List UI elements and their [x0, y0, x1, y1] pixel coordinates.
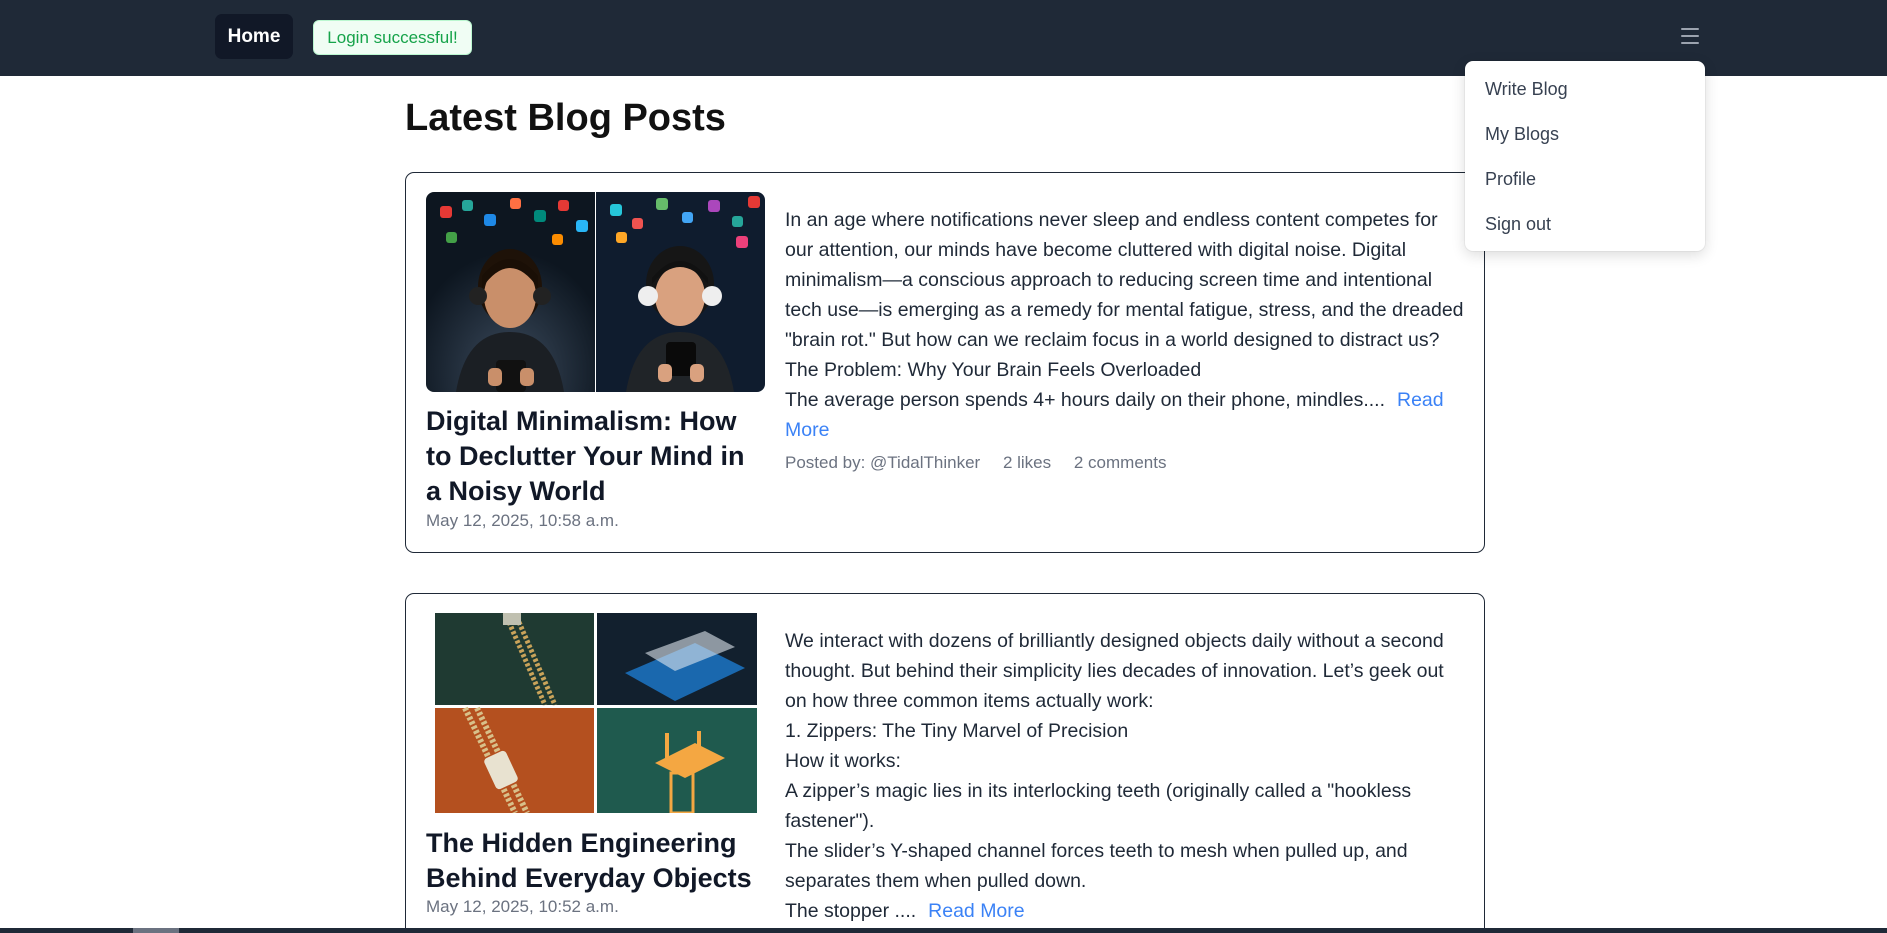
hamburger-icon[interactable]: [1677, 24, 1703, 48]
excerpt-paragraph: The Problem: Why Your Brain Feels Overlo…: [785, 359, 1202, 381]
blog-post-card: The Hidden Engineering Behind Everyday O…: [405, 593, 1485, 933]
post-thumbnail-image[interactable]: [426, 192, 765, 392]
login-success-toast: Login successful!: [313, 20, 472, 55]
likes-count: 2 likes: [1002, 453, 1052, 472]
excerpt-text: The stopper ....: [785, 900, 917, 922]
user-dropdown-menu: Write Blog My Blogs Profile Sign out: [1465, 61, 1705, 251]
post-author[interactable]: Posted by: @TidalThinker: [785, 453, 980, 472]
excerpt-paragraph: A zipper’s magic lies in its interlockin…: [785, 780, 1412, 832]
menu-item-sign-out[interactable]: Sign out: [1485, 214, 1551, 235]
home-button[interactable]: Home: [215, 14, 293, 59]
comments-count: 2 comments: [1073, 453, 1167, 472]
menu-item-write-blog[interactable]: Write Blog: [1485, 79, 1568, 100]
post-title[interactable]: Digital Minimalism: How to Declutter You…: [426, 404, 766, 509]
horizontal-scrollbar[interactable]: [0, 928, 1887, 933]
excerpt-paragraph: The slider’s Y-shaped channel forces tee…: [785, 840, 1408, 892]
excerpt-text: The average person spends 4+ hours daily…: [785, 389, 1385, 411]
excerpt-paragraph: The stopper .... Read More: [785, 896, 1465, 926]
post-excerpt: We interact with dozens of brilliantly d…: [785, 626, 1465, 926]
post-meta: Posted by: @TidalThinker 2 likes 2 comme…: [785, 448, 1465, 478]
menu-item-profile[interactable]: Profile: [1485, 169, 1536, 190]
read-more-link[interactable]: Read More: [928, 900, 1024, 922]
excerpt-paragraph: In an age where notifications never slee…: [785, 209, 1464, 351]
blog-post-card: Digital Minimalism: How to Declutter You…: [405, 172, 1485, 553]
post-date: May 12, 2025, 10:58 a.m.: [426, 511, 619, 530]
excerpt-paragraph: We interact with dozens of brilliantly d…: [785, 630, 1444, 712]
excerpt-paragraph: 1. Zippers: The Tiny Marvel of Precision: [785, 720, 1129, 742]
excerpt-paragraph: The average person spends 4+ hours daily…: [785, 385, 1465, 445]
menu-item-my-blogs[interactable]: My Blogs: [1485, 124, 1559, 145]
scrollbar-thumb[interactable]: [133, 928, 179, 933]
post-excerpt: In an age where notifications never slee…: [785, 205, 1465, 478]
post-date: May 12, 2025, 10:52 a.m.: [426, 897, 619, 916]
excerpt-paragraph: How it works:: [785, 750, 901, 772]
page-title: Latest Blog Posts: [405, 97, 726, 139]
post-thumbnail-image[interactable]: [435, 613, 757, 813]
post-title[interactable]: The Hidden Engineering Behind Everyday O…: [426, 826, 766, 896]
